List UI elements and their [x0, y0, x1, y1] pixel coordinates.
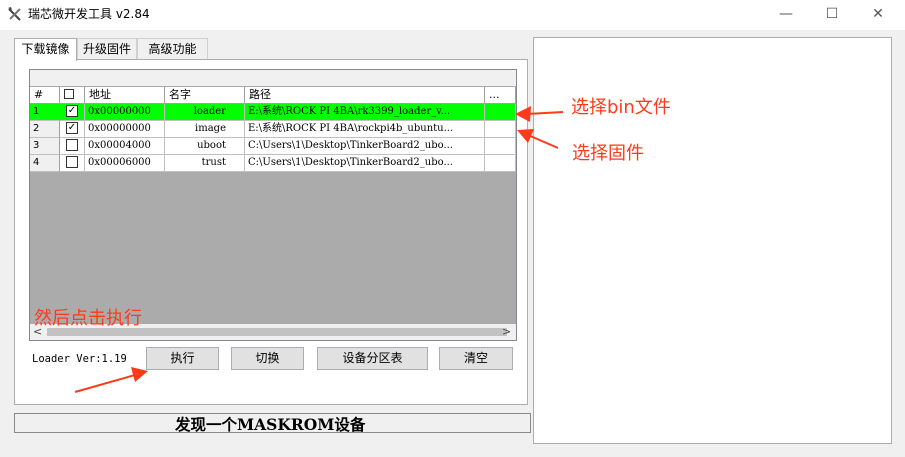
row-address[interactable]: 0x00004000 — [85, 138, 165, 155]
row-browse[interactable] — [485, 155, 516, 172]
row-name[interactable]: trust — [165, 155, 245, 172]
annotation-select-bin: 选择bin文件 — [571, 97, 671, 118]
annotation-then-execute: 然后点击执行 — [34, 308, 142, 329]
row-path[interactable]: E:\系统\ROCK PI 4BA\rockpi4b_ubuntu... — [245, 121, 485, 138]
minimize-button[interactable]: — — [763, 0, 809, 30]
header-path[interactable]: 路径 — [245, 87, 485, 104]
row-checkbox-cell[interactable] — [60, 155, 85, 172]
header-check-all[interactable] — [60, 87, 85, 104]
row-path[interactable]: C:\Users\1\Desktop\TinkerBoard2_ubo... — [245, 138, 485, 155]
row-name[interactable]: uboot — [165, 138, 245, 155]
row-checkbox[interactable] — [66, 155, 78, 168]
tab-advanced[interactable]: 高级功能 — [137, 38, 208, 60]
row-checkbox-cell[interactable]: ✓ — [60, 104, 85, 121]
header-more[interactable]: ... — [485, 87, 516, 104]
row-name[interactable]: image — [165, 121, 245, 138]
header-name[interactable]: 名字 — [165, 87, 245, 104]
download-panel: # 地址 名字 路径 ... 1 ✓ 0x00000000 loader E:\… — [14, 59, 528, 405]
loader-version: Loader Ver:1.19 — [32, 353, 127, 365]
annotation-select-firmware: 选择固件 — [572, 143, 644, 164]
row-checkbox-cell[interactable]: ✓ — [60, 121, 85, 138]
tab-upgrade-firmware[interactable]: 升级固件 — [77, 38, 137, 60]
maximize-button[interactable]: ☐ — [809, 0, 855, 30]
grid-header: # 地址 名字 路径 ... — [30, 87, 516, 104]
table-row[interactable]: 2 ✓ 0x00000000 image E:\系统\ROCK PI 4BA\r… — [30, 121, 516, 138]
row-browse[interactable] — [485, 121, 516, 138]
header-address[interactable]: 地址 — [85, 87, 165, 104]
scroll-right-icon[interactable]: > — [502, 325, 511, 338]
row-path[interactable]: E:\系统\ROCK PI 4BA\rk3399_loader_v... — [245, 104, 485, 121]
execute-button[interactable]: 执行 — [146, 347, 219, 370]
row-browse[interactable] — [485, 138, 516, 155]
row-checkbox[interactable]: ✓ — [66, 121, 78, 134]
row-name[interactable]: loader — [165, 104, 245, 121]
check-all-checkbox[interactable] — [64, 89, 74, 99]
window-title: 瑞芯微开发工具 v2.84 — [28, 7, 150, 21]
grid-rows: 1 ✓ 0x00000000 loader E:\系统\ROCK PI 4BA\… — [30, 104, 516, 172]
clear-button[interactable]: 清空 — [439, 347, 513, 370]
close-button[interactable]: ✕ — [855, 0, 901, 30]
row-browse[interactable] — [485, 104, 516, 121]
status-bar: 发现一个MASKROM设备 — [14, 413, 531, 434]
partition-grid: # 地址 名字 路径 ... 1 ✓ 0x00000000 loader E:\… — [29, 69, 517, 341]
row-path[interactable]: C:\Users\1\Desktop\TinkerBoard2_ubo... — [245, 155, 485, 172]
title-bar: 瑞芯微开发工具 v2.84 — ☐ ✕ — [0, 0, 905, 30]
row-index: 1 — [30, 104, 60, 121]
table-row[interactable]: 3 0x00004000 uboot C:\Users\1\Desktop\Ti… — [30, 138, 516, 155]
row-index: 3 — [30, 138, 60, 155]
grid-top-band — [30, 70, 516, 87]
row-index: 2 — [30, 121, 60, 138]
row-address[interactable]: 0x00006000 — [85, 155, 165, 172]
table-row[interactable]: 4 0x00006000 trust C:\Users\1\Desktop\Ti… — [30, 155, 516, 172]
partition-table-button[interactable]: 设备分区表 — [317, 347, 428, 370]
row-checkbox[interactable] — [66, 138, 78, 151]
row-checkbox-cell[interactable] — [60, 138, 85, 155]
tools-icon — [8, 7, 21, 21]
row-address[interactable]: 0x00000000 — [85, 104, 165, 121]
device-status: 发现一个MASKROM设备 — [175, 415, 366, 434]
row-checkbox[interactable]: ✓ — [66, 104, 78, 117]
header-index: # — [30, 87, 60, 104]
switch-button[interactable]: 切换 — [231, 347, 304, 370]
tab-download-image[interactable]: 下载镜像 — [14, 38, 77, 61]
row-index: 4 — [30, 155, 60, 172]
row-address[interactable]: 0x00000000 — [85, 121, 165, 138]
table-row[interactable]: 1 ✓ 0x00000000 loader E:\系统\ROCK PI 4BA\… — [30, 104, 516, 121]
